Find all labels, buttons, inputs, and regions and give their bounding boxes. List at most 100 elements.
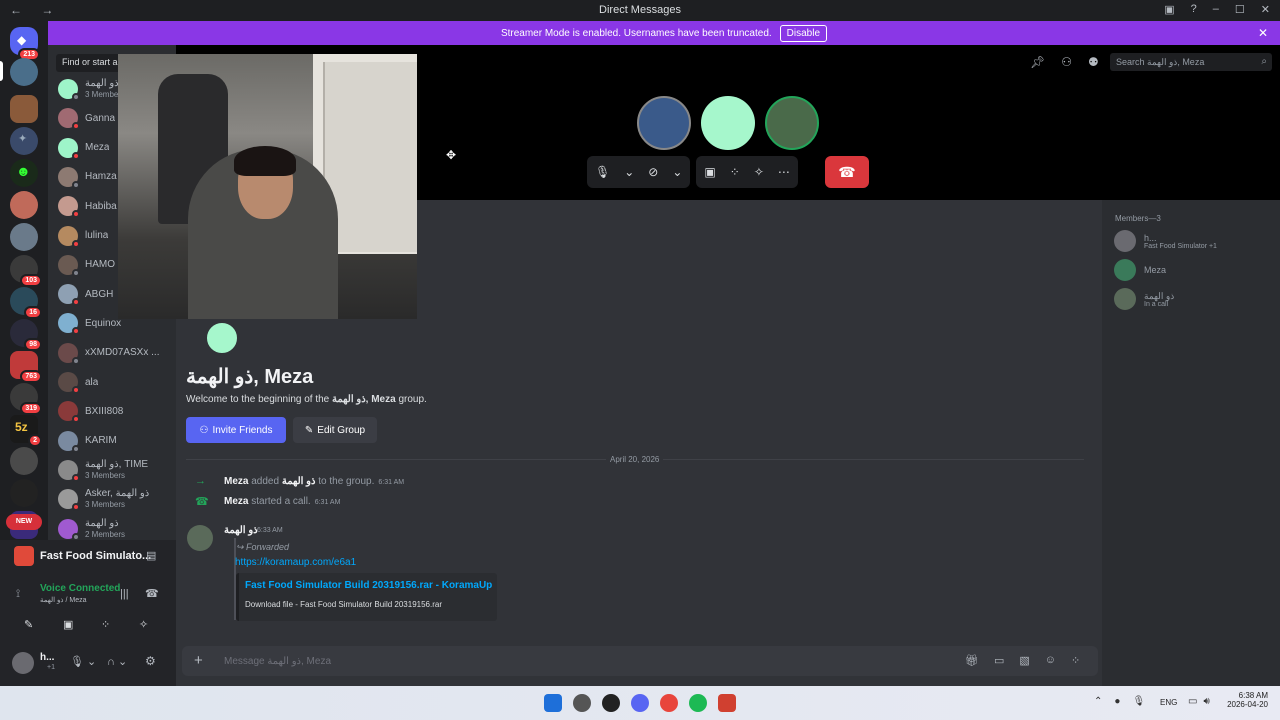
- spotify-taskbar-icon[interactable]: [689, 694, 707, 712]
- emoji-icon[interactable]: ☺: [1045, 654, 1056, 667]
- camera-off-icon[interactable]: ✎: [24, 618, 33, 631]
- gift-icon[interactable]: 🎁︎: [965, 654, 979, 667]
- server-3[interactable]: ☻: [10, 159, 38, 187]
- volume-icon[interactable]: 🔊︎: [1203, 696, 1209, 707]
- search-input[interactable]: Search ذو الهمة, Meza ⌕: [1110, 53, 1272, 71]
- taskbar-app-1[interactable]: [573, 694, 591, 712]
- server-5[interactable]: [10, 223, 38, 251]
- add-friends-icon[interactable]: ⚇: [1061, 55, 1072, 69]
- close-window-button[interactable]: ✕: [1261, 3, 1270, 16]
- server-9-badge: 763: [20, 370, 42, 383]
- mic-chevron-icon[interactable]: ⌄: [624, 165, 634, 179]
- dm-item[interactable]: BXIII808: [58, 398, 172, 424]
- user-name[interactable]: h...: [40, 652, 54, 663]
- gif-icon[interactable]: ▭: [994, 654, 1004, 667]
- tray-mic-icon[interactable]: 🎙︎: [1132, 696, 1145, 707]
- dm-name: KARIM: [85, 435, 117, 447]
- more-options-icon[interactable]: ⋯: [778, 165, 790, 179]
- system-actor[interactable]: Meza: [224, 496, 248, 507]
- edit-group-button[interactable]: ✎ Edit Group: [293, 417, 377, 443]
- share-screen-icon[interactable]: ▣: [704, 165, 715, 179]
- soundboard-icon[interactable]: ✧: [139, 618, 148, 631]
- noise-icon[interactable]: |||: [120, 588, 129, 600]
- activities-icon[interactable]: ⁘: [101, 618, 110, 631]
- discord-taskbar-icon[interactable]: [631, 694, 649, 712]
- participant-tile-1[interactable]: [637, 96, 691, 150]
- dm-avatar: [58, 401, 80, 424]
- pin-icon[interactable]: 📌︎: [1030, 55, 1045, 69]
- server-4[interactable]: [10, 191, 38, 219]
- participant-tile-3[interactable]: [765, 96, 819, 150]
- dm-item[interactable]: xXMD07ASXx ...: [58, 340, 172, 366]
- new-badge[interactable]: NEW: [6, 514, 42, 530]
- member-item[interactable]: Meza: [1114, 259, 1166, 281]
- start-button[interactable]: [544, 694, 562, 712]
- camera-chevron-icon[interactable]: ⌄: [672, 165, 682, 179]
- member-item[interactable]: ذو الهمة In a call: [1114, 288, 1174, 310]
- minimize-button[interactable]: –: [1213, 3, 1219, 16]
- attach-plus-icon[interactable]: +: [194, 652, 203, 669]
- chrome-taskbar-icon[interactable]: [660, 694, 678, 712]
- headphones-icon[interactable]: ∩ ⌄: [107, 655, 127, 668]
- clock[interactable]: 6:38 AM 2026-04-20: [1226, 691, 1268, 709]
- activity-game[interactable]: Fast Food Simulato...: [40, 550, 151, 562]
- voice-call-avatar[interactable]: [10, 58, 38, 86]
- inbox-icon[interactable]: ▣: [1164, 3, 1174, 16]
- server-7[interactable]: 16: [10, 287, 42, 319]
- server-9[interactable]: 763: [10, 351, 42, 383]
- dm-name: BXIII808: [85, 405, 124, 417]
- embed-title[interactable]: Fast Food Simulator Build 20319156.rar -…: [245, 580, 492, 591]
- server-12[interactable]: [10, 447, 38, 475]
- user-avatar[interactable]: [12, 652, 34, 674]
- server-8[interactable]: 98: [10, 319, 42, 351]
- screen-share-icon[interactable]: ▣: [63, 618, 73, 631]
- dm-name: HAMO: [85, 259, 115, 271]
- participant-tile-meza[interactable]: [701, 96, 755, 150]
- system-actor[interactable]: Meza: [224, 476, 248, 487]
- dm-label: Ganna: [85, 113, 115, 124]
- tray-chevron-icon[interactable]: ⌃: [1094, 696, 1102, 707]
- tray-app-icon[interactable]: ●: [1114, 696, 1120, 707]
- dm-item[interactable]: Asker, ذو الهمة 3 Members: [58, 486, 172, 512]
- activities-icon[interactable]: ⁘: [730, 165, 740, 179]
- sticker-icon[interactable]: ▧: [1019, 654, 1029, 667]
- maximize-button[interactable]: ☐: [1235, 3, 1245, 16]
- network-icon[interactable]: ▭: [1188, 696, 1197, 707]
- dm-item[interactable]: ذو الهمة 2 Members: [58, 516, 172, 542]
- server-13[interactable]: [10, 479, 38, 507]
- server-6[interactable]: 103: [10, 255, 42, 287]
- activity-icon[interactable]: ▤: [146, 549, 156, 562]
- server-1[interactable]: [10, 95, 38, 123]
- game-taskbar-icon[interactable]: [718, 694, 736, 712]
- member-item[interactable]: h... Fast Food Simulator +1: [1114, 230, 1217, 252]
- member-list-icon[interactable]: ⚉: [1088, 55, 1099, 69]
- soundboard-icon[interactable]: ✧: [754, 165, 764, 179]
- server-2[interactable]: ✦: [10, 127, 38, 155]
- microphone-icon[interactable]: 🎙︎: [595, 165, 610, 179]
- message-link[interactable]: https://koramaup.com/e6a1: [235, 557, 356, 568]
- server-10[interactable]: 319: [10, 383, 42, 415]
- settings-gear-icon[interactable]: ⚙: [145, 654, 156, 668]
- dm-item[interactable]: KARIM: [58, 428, 172, 454]
- disable-button[interactable]: Disable: [779, 24, 828, 42]
- home-button[interactable]: ◆ 213: [10, 27, 40, 61]
- message-author[interactable]: ذو الهمة: [224, 525, 258, 536]
- voice-status[interactable]: Voice Connected: [40, 583, 120, 594]
- actions-group: ▣ ⁘ ✧ ⋯: [696, 156, 798, 188]
- server-11[interactable]: 5z 2: [10, 415, 42, 447]
- language-indicator[interactable]: ENG: [1160, 698, 1177, 707]
- mic-icon[interactable]: 🎙︎ ⌄: [70, 655, 96, 668]
- hang-up-button[interactable]: ☎: [825, 156, 869, 188]
- help-icon[interactable]: ?: [1191, 3, 1197, 16]
- taskbar-app-2[interactable]: [602, 694, 620, 712]
- dm-avatar: [58, 196, 80, 219]
- close-banner-icon[interactable]: ✕: [1258, 26, 1268, 40]
- invite-friends-button[interactable]: ⚇ Invite Friends: [186, 417, 286, 443]
- apps-icon[interactable]: ⁘: [1071, 654, 1080, 667]
- disconnect-icon[interactable]: ☎: [145, 587, 159, 600]
- author-avatar[interactable]: [187, 525, 213, 551]
- dm-item[interactable]: ala: [58, 369, 172, 395]
- forwarded-label: ↪ Forwarded: [236, 542, 289, 553]
- dm-item[interactable]: ذو الهمة, TIME 3 Members: [58, 457, 172, 483]
- camera-off-icon[interactable]: ⊘: [648, 165, 658, 179]
